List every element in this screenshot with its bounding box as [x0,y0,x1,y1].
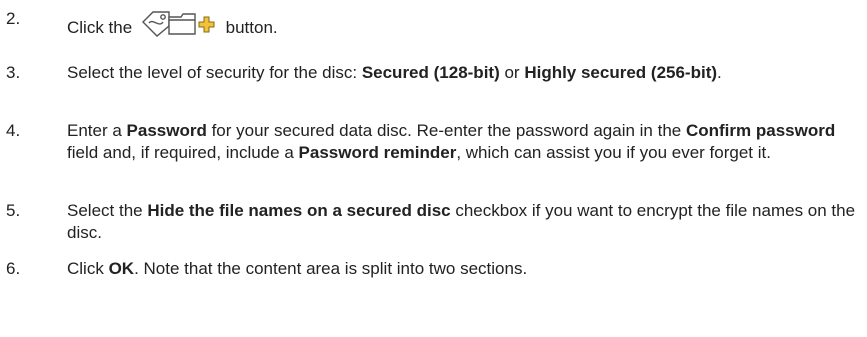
step-text-part: Select the level of security for the dis… [67,63,362,82]
step-text-part: Select the [67,201,148,220]
instruction-page: 2. Click the button. 3. Select the level… [0,0,867,337]
step-text-bold: Confirm password [685,121,836,140]
add-secured-disc-icon [139,8,219,38]
step-text-bold: Highly secured (256-bit) [524,63,718,82]
step-text: Select the Hide the file names on a secu… [67,200,857,244]
step-text-part: field and, if required, include a [67,143,299,162]
step-text-bold: Hide the file names on a secured disc [147,201,451,220]
step-text-part: . [717,63,722,82]
step-text-part: or [499,63,525,82]
step-text-part: , which can assist you if you ever forge… [456,143,771,162]
step-text-part: button. [220,18,278,37]
step-text-bold: Password reminder [298,143,457,162]
step-text: Enter a Password for your secured data d… [67,120,857,164]
step-number: 5. [6,201,21,220]
step-text-bold: Password [126,121,207,140]
step-number: 2. [6,9,21,28]
step-text: Select the level of security for the dis… [67,62,857,84]
step-number: 3. [6,63,21,82]
step-text-part: Click [67,259,109,278]
add-secured-disc-icon-svg [141,11,215,37]
step-text-part: for your secured data disc. Re-enter the… [206,121,686,140]
step-number: 6. [6,259,21,278]
step-text: Click the button. [67,8,857,39]
step-text-part: . Note that the content area is split in… [134,259,528,278]
step-text-part: Click the [67,18,137,37]
step-text-bold: Secured (128-bit) [361,63,500,82]
step-text-bold: OK [108,259,135,278]
step-text-part: Enter a [67,121,127,140]
step-number: 4. [6,121,21,140]
step-text: Click OK. Note that the content area is … [67,258,857,280]
